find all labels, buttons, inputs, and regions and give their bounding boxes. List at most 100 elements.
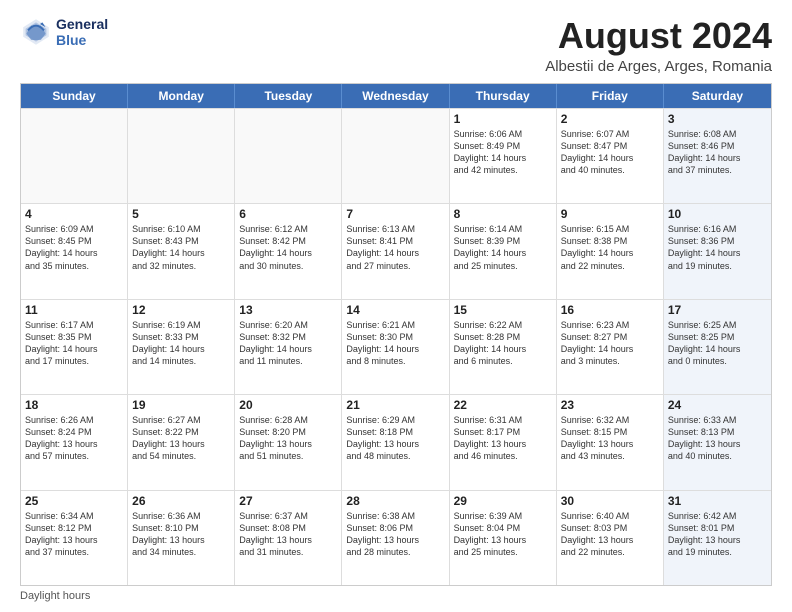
cell-info: Sunrise: 6:27 AM Sunset: 8:22 PM Dayligh… <box>132 414 230 463</box>
day-number: 24 <box>668 398 767 412</box>
cell-info: Sunrise: 6:21 AM Sunset: 8:30 PM Dayligh… <box>346 319 444 368</box>
calendar-cell: 16Sunrise: 6:23 AM Sunset: 8:27 PM Dayli… <box>557 300 664 394</box>
calendar-cell: 3Sunrise: 6:08 AM Sunset: 8:46 PM Daylig… <box>664 109 771 203</box>
calendar-cell <box>128 109 235 203</box>
cell-info: Sunrise: 6:38 AM Sunset: 8:06 PM Dayligh… <box>346 510 444 559</box>
day-number: 5 <box>132 207 230 221</box>
calendar-cell: 9Sunrise: 6:15 AM Sunset: 8:38 PM Daylig… <box>557 204 664 298</box>
cell-info: Sunrise: 6:31 AM Sunset: 8:17 PM Dayligh… <box>454 414 552 463</box>
cell-info: Sunrise: 6:34 AM Sunset: 8:12 PM Dayligh… <box>25 510 123 559</box>
day-number: 13 <box>239 303 337 317</box>
day-number: 14 <box>346 303 444 317</box>
day-number: 15 <box>454 303 552 317</box>
calendar-cell: 28Sunrise: 6:38 AM Sunset: 8:06 PM Dayli… <box>342 491 449 585</box>
cell-info: Sunrise: 6:42 AM Sunset: 8:01 PM Dayligh… <box>668 510 767 559</box>
cell-info: Sunrise: 6:12 AM Sunset: 8:42 PM Dayligh… <box>239 223 337 272</box>
day-number: 31 <box>668 494 767 508</box>
calendar-cell: 19 Sunrise: 6:27 AM Sunset: 8:22 PM Dayli… <box>128 395 235 489</box>
calendar-cell: 15 Sunrise: 6:22 AM Sunset: 8:28 PM Dayli… <box>450 300 557 394</box>
logo: General Blue <box>20 16 108 48</box>
day-number: 7 <box>346 207 444 221</box>
day-number: 20 <box>239 398 337 412</box>
cell-info: Sunrise: 6:13 AM Sunset: 8:41 PM Dayligh… <box>346 223 444 272</box>
cell-info: Sunrise: 6:28 AM Sunset: 8:20 PM Dayligh… <box>239 414 337 463</box>
calendar-subtitle: Albestii de Arges, Arges, Romania <box>545 58 772 75</box>
calendar-cell: 1Sunrise: 6:06 AM Sunset: 8:49 PM Daylig… <box>450 109 557 203</box>
calendar-cell: 22 Sunrise: 6:31 AM Sunset: 8:17 PM Dayli… <box>450 395 557 489</box>
day-number: 19 <box>132 398 230 412</box>
calendar-cell: 7 Sunrise: 6:13 AM Sunset: 8:41 PM Daylig… <box>342 204 449 298</box>
day-number: 29 <box>454 494 552 508</box>
calendar-cell: 26Sunrise: 6:36 AM Sunset: 8:10 PM Dayli… <box>128 491 235 585</box>
page: General Blue August 2024 Albestii de Arg… <box>0 0 792 612</box>
calendar-cell <box>342 109 449 203</box>
cell-info: Sunrise: 6:06 AM Sunset: 8:49 PM Dayligh… <box>454 128 552 177</box>
calendar-row: 11Sunrise: 6:17 AM Sunset: 8:35 PM Dayli… <box>21 299 771 394</box>
day-number: 11 <box>25 303 123 317</box>
calendar-cell: 17 Sunrise: 6:25 AM Sunset: 8:25 PM Dayli… <box>664 300 771 394</box>
cell-info: Sunrise: 6:16 AM Sunset: 8:36 PM Dayligh… <box>668 223 767 272</box>
cell-info: Sunrise: 6:29 AM Sunset: 8:18 PM Dayligh… <box>346 414 444 463</box>
calendar-cell: 2 Sunrise: 6:07 AM Sunset: 8:47 PM Daylig… <box>557 109 664 203</box>
day-number: 17 <box>668 303 767 317</box>
day-number: 16 <box>561 303 659 317</box>
cell-info: Sunrise: 6:25 AM Sunset: 8:25 PM Dayligh… <box>668 319 767 368</box>
calendar: SundayMondayTuesdayWednesdayThursdayFrid… <box>20 83 772 586</box>
cell-info: Sunrise: 6:33 AM Sunset: 8:13 PM Dayligh… <box>668 414 767 463</box>
day-number: 3 <box>668 112 767 126</box>
calendar-cell: 5 Sunrise: 6:10 AM Sunset: 8:43 PM Daylig… <box>128 204 235 298</box>
calendar-row: 18 Sunrise: 6:26 AM Sunset: 8:24 PM Dayli… <box>21 394 771 489</box>
cell-info: Sunrise: 6:26 AM Sunset: 8:24 PM Dayligh… <box>25 414 123 463</box>
cell-info: Sunrise: 6:07 AM Sunset: 8:47 PM Dayligh… <box>561 128 659 177</box>
header: General Blue August 2024 Albestii de Arg… <box>20 16 772 75</box>
calendar-cell: 12 Sunrise: 6:19 AM Sunset: 8:33 PM Dayli… <box>128 300 235 394</box>
cell-info: Sunrise: 6:19 AM Sunset: 8:33 PM Dayligh… <box>132 319 230 368</box>
cell-info: Sunrise: 6:14 AM Sunset: 8:39 PM Dayligh… <box>454 223 552 272</box>
day-number: 22 <box>454 398 552 412</box>
calendar-header-cell: Saturday <box>664 84 771 108</box>
calendar-cell: 24 Sunrise: 6:33 AM Sunset: 8:13 PM Dayli… <box>664 395 771 489</box>
calendar-header-cell: Tuesday <box>235 84 342 108</box>
cell-info: Sunrise: 6:15 AM Sunset: 8:38 PM Dayligh… <box>561 223 659 272</box>
day-number: 10 <box>668 207 767 221</box>
calendar-row: 1Sunrise: 6:06 AM Sunset: 8:49 PM Daylig… <box>21 108 771 203</box>
calendar-cell: 6 Sunrise: 6:12 AM Sunset: 8:42 PM Daylig… <box>235 204 342 298</box>
logo-icon <box>20 16 52 48</box>
calendar-header-row: SundayMondayTuesdayWednesdayThursdayFrid… <box>21 84 771 108</box>
calendar-cell: 25 Sunrise: 6:34 AM Sunset: 8:12 PM Dayli… <box>21 491 128 585</box>
calendar-cell: 27 Sunrise: 6:37 AM Sunset: 8:08 PM Dayli… <box>235 491 342 585</box>
calendar-cell: 30Sunrise: 6:40 AM Sunset: 8:03 PM Dayli… <box>557 491 664 585</box>
day-number: 8 <box>454 207 552 221</box>
calendar-header-cell: Thursday <box>450 84 557 108</box>
calendar-row: 25 Sunrise: 6:34 AM Sunset: 8:12 PM Dayli… <box>21 490 771 585</box>
calendar-cell: 23Sunrise: 6:32 AM Sunset: 8:15 PM Dayli… <box>557 395 664 489</box>
calendar-cell: 4Sunrise: 6:09 AM Sunset: 8:45 PM Daylig… <box>21 204 128 298</box>
calendar-cell <box>235 109 342 203</box>
day-number: 2 <box>561 112 659 126</box>
calendar-header-cell: Wednesday <box>342 84 449 108</box>
calendar-row: 4Sunrise: 6:09 AM Sunset: 8:45 PM Daylig… <box>21 203 771 298</box>
calendar-body: 1Sunrise: 6:06 AM Sunset: 8:49 PM Daylig… <box>21 108 771 585</box>
cell-info: Sunrise: 6:20 AM Sunset: 8:32 PM Dayligh… <box>239 319 337 368</box>
calendar-header-cell: Monday <box>128 84 235 108</box>
cell-info: Sunrise: 6:22 AM Sunset: 8:28 PM Dayligh… <box>454 319 552 368</box>
day-number: 4 <box>25 207 123 221</box>
title-block: August 2024 Albestii de Arges, Arges, Ro… <box>545 16 772 75</box>
day-number: 12 <box>132 303 230 317</box>
day-number: 18 <box>25 398 123 412</box>
day-number: 6 <box>239 207 337 221</box>
day-number: 23 <box>561 398 659 412</box>
cell-info: Sunrise: 6:39 AM Sunset: 8:04 PM Dayligh… <box>454 510 552 559</box>
cell-info: Sunrise: 6:37 AM Sunset: 8:08 PM Dayligh… <box>239 510 337 559</box>
day-number: 26 <box>132 494 230 508</box>
calendar-cell: 29 Sunrise: 6:39 AM Sunset: 8:04 PM Dayli… <box>450 491 557 585</box>
calendar-cell: 18 Sunrise: 6:26 AM Sunset: 8:24 PM Dayli… <box>21 395 128 489</box>
day-number: 25 <box>25 494 123 508</box>
calendar-title: August 2024 <box>545 16 772 56</box>
logo-text: General Blue <box>56 16 108 48</box>
calendar-header-cell: Sunday <box>21 84 128 108</box>
calendar-cell: 11Sunrise: 6:17 AM Sunset: 8:35 PM Dayli… <box>21 300 128 394</box>
day-number: 30 <box>561 494 659 508</box>
cell-info: Sunrise: 6:10 AM Sunset: 8:43 PM Dayligh… <box>132 223 230 272</box>
day-number: 27 <box>239 494 337 508</box>
